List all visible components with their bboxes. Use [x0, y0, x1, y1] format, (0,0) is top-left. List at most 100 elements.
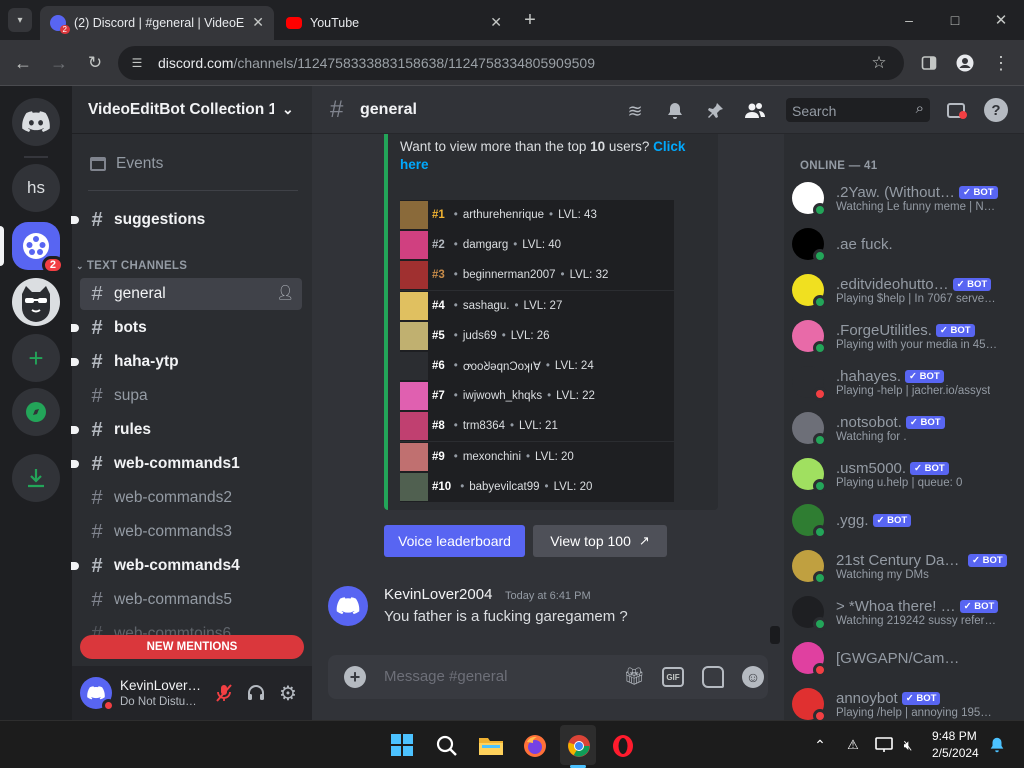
message-author[interactable]: KevinLover2004: [384, 586, 492, 603]
pin-icon[interactable]: [702, 98, 728, 124]
tab-discord[interactable]: 2 (2) Discord | #general | VideoEd ✕: [40, 6, 274, 40]
maximize-button[interactable]: □: [940, 6, 970, 34]
member-item[interactable]: .hahayes. ✓ BOT Playing -help | jacher.io/…: [792, 360, 1024, 404]
server-cool-cat[interactable]: [12, 278, 60, 326]
server-hs[interactable]: hs: [12, 164, 60, 212]
headphones-icon[interactable]: [244, 681, 268, 705]
notification-bell-icon[interactable]: [986, 734, 1008, 756]
message-composer[interactable]: + Message #general 🎁︎ GIF ☺: [328, 655, 768, 699]
tab-youtube[interactable]: YouTube ✕: [276, 6, 512, 40]
add-server-button[interactable]: +: [12, 334, 60, 382]
voice-leaderboard-button[interactable]: Voice leaderboard: [384, 525, 525, 557]
help-icon[interactable]: ?: [984, 98, 1008, 122]
events-item[interactable]: Events: [80, 148, 302, 180]
opera-icon[interactable]: [610, 733, 636, 759]
cat-sunglasses-icon: [22, 286, 50, 322]
bookmark-star-icon[interactable]: ☆: [868, 52, 890, 74]
firefox-icon[interactable]: [522, 733, 548, 759]
inbox-icon[interactable]: [944, 98, 970, 124]
back-arrow-icon[interactable]: ←: [10, 50, 36, 76]
gif-icon[interactable]: GIF: [662, 667, 684, 687]
separator-dot: •: [545, 360, 550, 372]
minimize-button[interactable]: –: [894, 6, 924, 34]
profile-icon[interactable]: [954, 52, 976, 74]
tab-search-button[interactable]: ▾: [8, 8, 32, 32]
gift-icon[interactable]: 🎁︎: [622, 666, 646, 688]
channel-haha-ytp[interactable]: # haha-ytp: [71, 346, 302, 378]
channel-web-commands1[interactable]: # web-commands1: [71, 448, 302, 480]
member-item[interactable]: .ForgeUtilitles. ✓ BOT Playing with your m…: [792, 314, 1024, 358]
address-bar[interactable]: ☰ discord.com/channels/11247583338831586…: [118, 46, 904, 80]
chrome-icon[interactable]: [566, 733, 592, 759]
channel-web-commands5[interactable]: # web-commands5: [80, 584, 302, 616]
settings-gear-icon[interactable]: ⚙: [276, 681, 300, 705]
member-item[interactable]: .usm5000. ✓ BOT Playing u.help | queue: 0: [792, 452, 1024, 496]
user-name[interactable]: KevinLover…: [120, 678, 201, 693]
separator-dot: •: [453, 239, 458, 252]
new-tab-button[interactable]: +: [518, 8, 542, 32]
scrollbar-thumb[interactable]: [770, 626, 780, 644]
add-member-icon[interactable]: 👤︎: [276, 284, 294, 301]
explore-servers-button[interactable]: [12, 388, 60, 436]
message-input-placeholder[interactable]: Message #general: [384, 668, 507, 685]
file-explorer-icon[interactable]: [478, 733, 504, 757]
member-item[interactable]: .ygg. ✓ BOT: [792, 498, 1024, 542]
display-icon[interactable]: [874, 734, 894, 756]
search-icon[interactable]: [434, 733, 460, 759]
volume-muted-icon[interactable]: 🔇︎: [898, 734, 918, 756]
leaderboard-level: LVL: 20: [553, 480, 593, 493]
channel-web-commands3[interactable]: # web-commands3: [80, 516, 302, 548]
new-mentions-button[interactable]: NEW MENTIONS: [80, 635, 304, 659]
close-window-button[interactable]: ✕: [986, 6, 1016, 34]
member-item[interactable]: .ae fuck.: [792, 222, 1024, 266]
url-domain: discord.com: [158, 55, 234, 71]
server-videoeditbot[interactable]: 2: [12, 222, 64, 274]
clock-time[interactable]: 9:48 PM: [932, 729, 977, 743]
emoji-icon[interactable]: ☺: [742, 666, 764, 688]
member-item[interactable]: .2Yaw. (Without… ✓ BOT Watching Le funny m…: [792, 176, 1024, 220]
channel-web-commands2[interactable]: # web-commands2: [80, 482, 302, 514]
channel-bots[interactable]: # bots: [71, 312, 302, 344]
separator-dot: •: [460, 480, 465, 493]
member-item[interactable]: annoybot ✓ BOT Playing /help | annoying 19…: [792, 682, 1024, 720]
member-item[interactable]: > *Whoa there! … ✓ BOT Watching 219242 sus…: [792, 590, 1024, 634]
chevron-up-icon[interactable]: ⌃: [810, 734, 830, 756]
windows-start-icon[interactable]: [390, 733, 414, 757]
member-list-icon[interactable]: [742, 98, 768, 124]
mute-mic-icon[interactable]: [212, 681, 236, 705]
view-top-100-button[interactable]: View top 100 ↗: [533, 525, 667, 557]
side-panel-icon[interactable]: [918, 52, 940, 74]
site-info-icon[interactable]: ☰: [128, 54, 146, 72]
home-discord-button[interactable]: [12, 98, 60, 146]
member-item[interactable]: .editvideohutto… ✓ BOT Playing $help | In …: [792, 268, 1024, 312]
clock-date[interactable]: 2/5/2024: [932, 746, 979, 760]
menu-kebab-icon[interactable]: ⋮: [990, 52, 1012, 74]
forward-arrow-icon[interactable]: →: [46, 50, 72, 76]
member-item[interactable]: [GWGAPN/Campaña]…: [792, 636, 1024, 680]
avatar[interactable]: [328, 586, 368, 626]
sticker-icon[interactable]: [702, 666, 724, 688]
reload-icon[interactable]: ↻: [82, 50, 108, 76]
separator-dot: •: [453, 299, 458, 312]
avatar[interactable]: [80, 677, 115, 712]
channel-supa[interactable]: # supa: [80, 380, 302, 412]
add-attachment-icon[interactable]: +: [344, 666, 366, 688]
channel-rules[interactable]: # rules: [71, 414, 302, 446]
channel-suggestions[interactable]: # suggestions: [71, 204, 302, 236]
channel-web-commands4[interactable]: # web-commands4: [71, 550, 302, 582]
notification-bell-icon[interactable]: [662, 98, 688, 124]
threads-icon[interactable]: ≋: [622, 98, 648, 124]
server-header[interactable]: VideoEditBot Collection 1.0 ⌄: [72, 86, 312, 134]
close-tab-icon[interactable]: ✕: [490, 14, 502, 31]
member-item[interactable]: 21st Century Dan… ✓ BOT Watching my DMs: [792, 544, 1024, 588]
member-item[interactable]: .notsobot. ✓ BOT Watching for .: [792, 406, 1024, 450]
network-icon[interactable]: ⚠︎: [842, 734, 864, 756]
search-box[interactable]: Search ⌕: [786, 98, 930, 122]
category-header[interactable]: ⌄ TEXT CHANNELS: [76, 260, 187, 272]
close-tab-icon[interactable]: ✕: [252, 14, 264, 31]
avatar: [400, 472, 428, 501]
member-name-row: .ygg. ✓ BOT: [836, 512, 912, 529]
avatar: [400, 201, 428, 229]
download-apps-button[interactable]: [12, 454, 60, 502]
channel-general[interactable]: # general 👤︎: [80, 278, 302, 310]
